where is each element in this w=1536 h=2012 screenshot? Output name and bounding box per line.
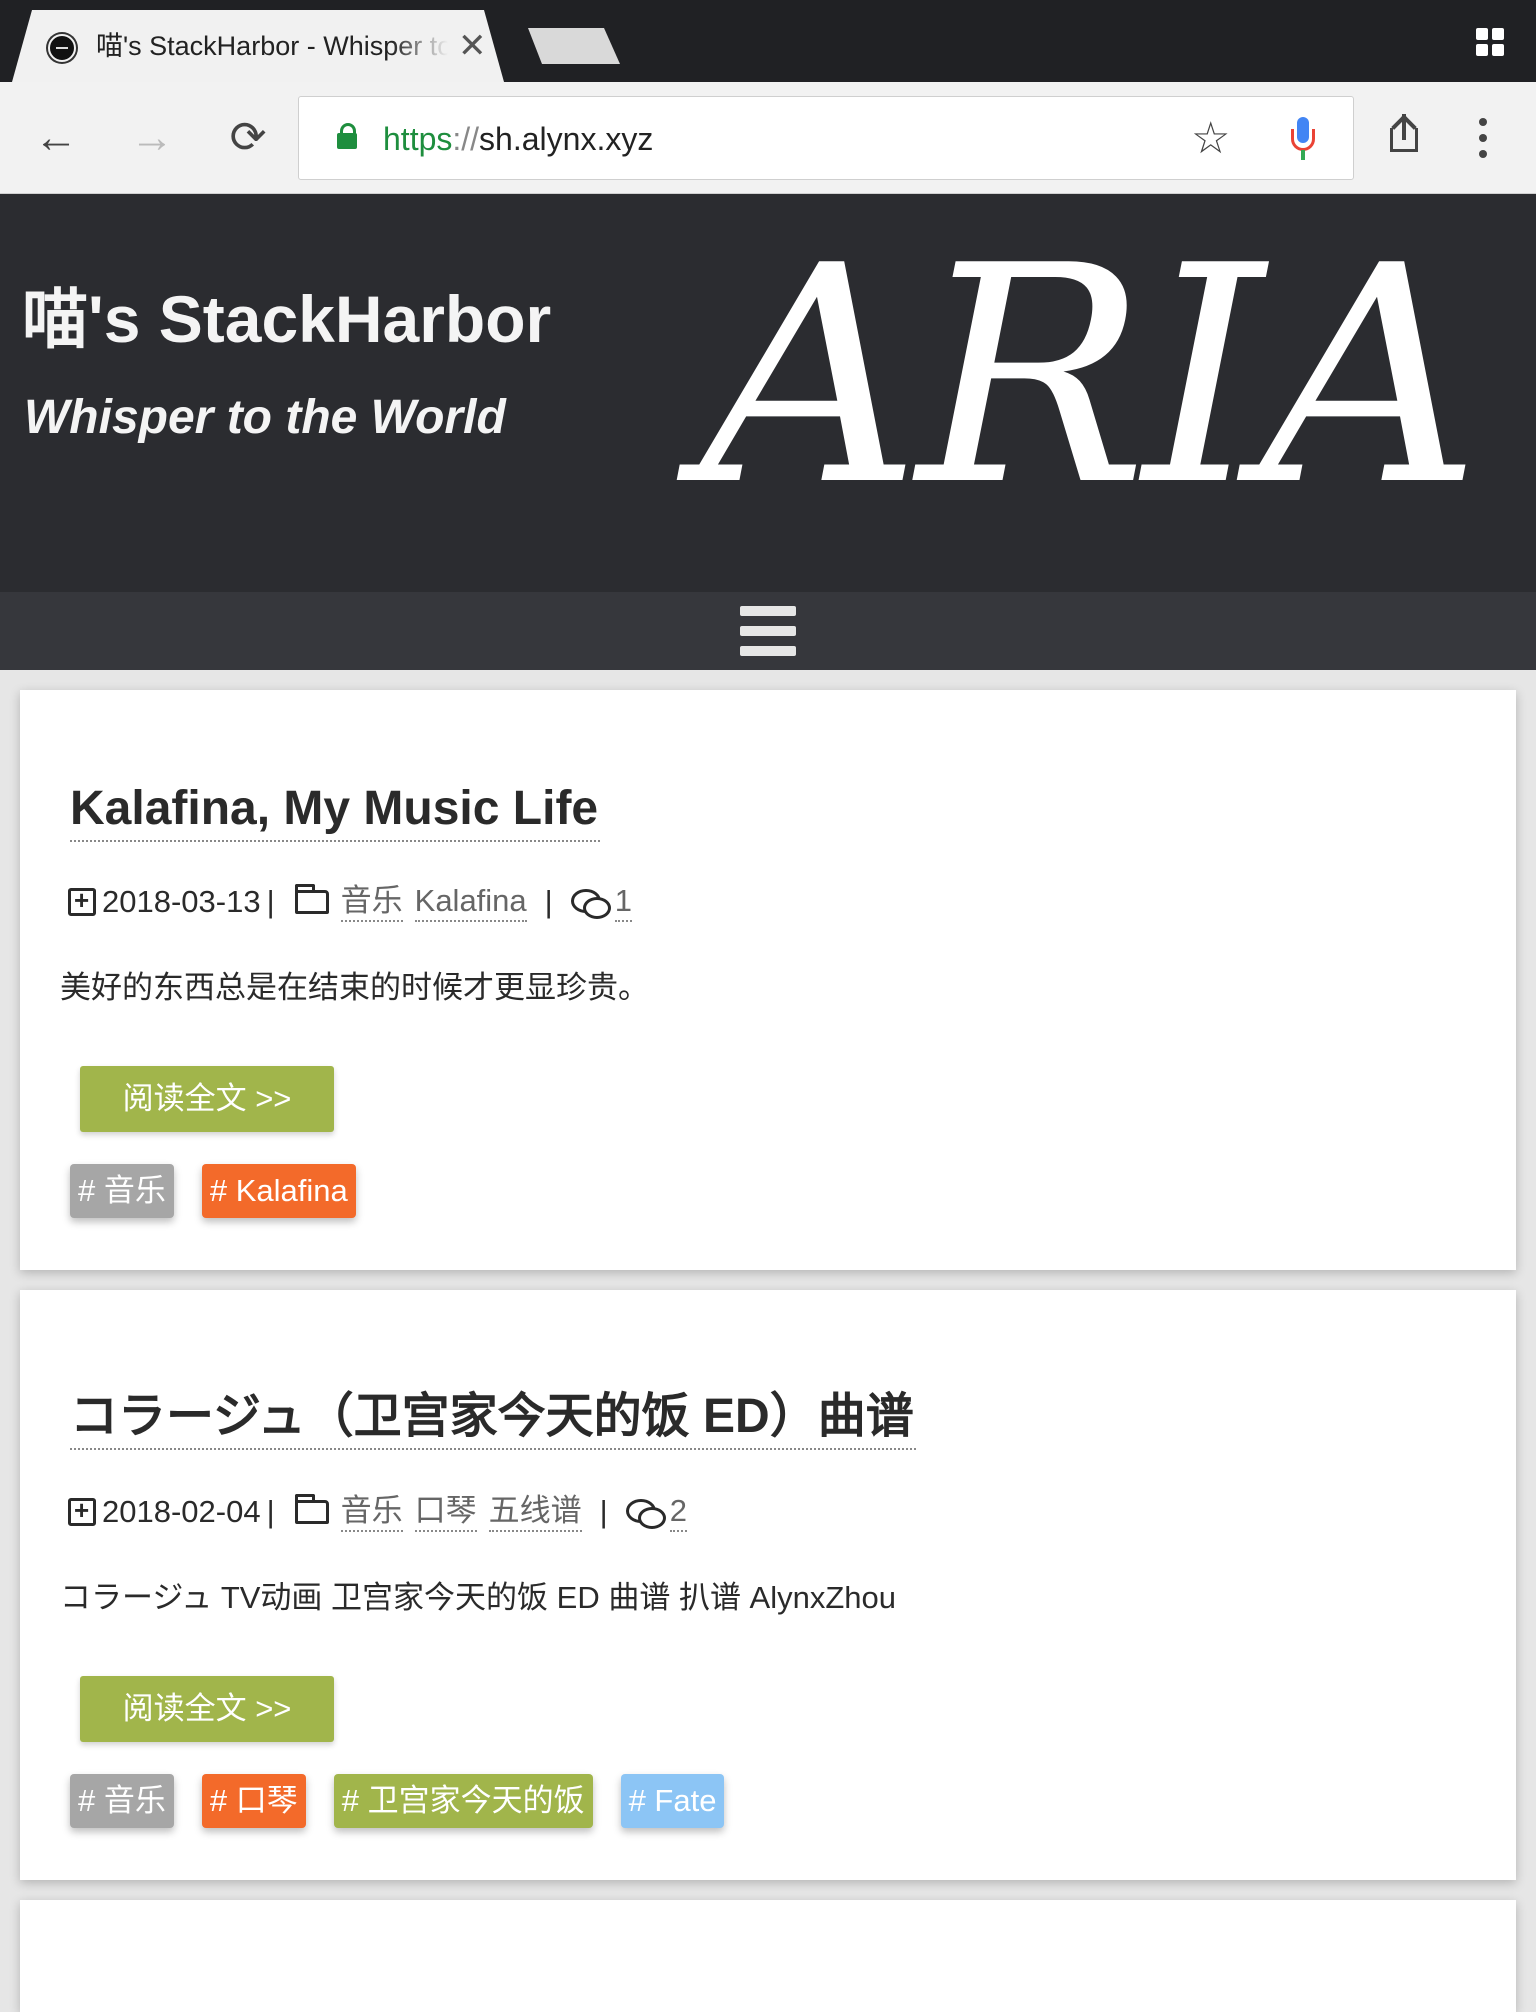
folder-icon [294,884,329,914]
microphone-icon[interactable] [1291,117,1315,161]
hamburger-menu-icon[interactable] [740,606,796,656]
post-card: コラージュ（卫宫家今天的饭 ED）曲谱 2018-02-04 | 音乐 口琴 五… [20,1290,1516,1880]
post-date: 2018-03-13 [102,884,261,919]
lock-icon [337,123,357,149]
more-menu-icon[interactable] [1478,118,1488,158]
post-excerpt: 美好的东西总是在结束的时候才更显珍贵。 [60,970,649,1005]
calendar-icon [68,1495,96,1526]
read-more-button[interactable]: 阅读全文 >> [80,1066,334,1132]
site-title[interactable]: 喵's StackHarbor [22,266,551,362]
meta-separator: | [599,1494,608,1529]
category-link[interactable]: Kalafina [414,882,527,922]
back-arrow-icon[interactable]: ← [26,108,86,168]
post-card-partial [20,1900,1516,2012]
tag-fate[interactable]: # Fate [620,1774,725,1828]
tag-list: # 音乐 # Kalafina [70,1164,356,1218]
site-header: 喵's StackHarbor Whisper to the World ARI… [0,194,1536,592]
post-meta: 2018-02-04 | 音乐 口琴 五线谱 | 2 [68,1490,687,1534]
browser-toolbar: ← → ⟳ https://sh.alynx.xyz ☆ [0,82,1536,194]
reload-icon[interactable]: ⟳ [218,108,278,168]
post-title-link[interactable]: コラージュ（卫宫家今天的饭 ED）曲谱 [70,1386,916,1450]
read-more-button[interactable]: 阅读全文 >> [80,1676,334,1742]
close-tab-icon[interactable]: ✕ [458,24,487,68]
nav-bar [0,592,1536,670]
new-tab-button[interactable] [528,28,620,64]
address-bar[interactable]: https://sh.alynx.xyz ☆ [298,96,1354,180]
tag-harmonica[interactable]: # 口琴 [201,1774,306,1828]
comment-count-link[interactable]: 1 [614,882,632,922]
site-logo: ARIA [700,202,1481,551]
post-meta: 2018-03-13 | 音乐 Kalafina | 1 [68,880,632,924]
meta-separator: | [266,1494,275,1529]
site-subtitle: Whisper to the World [24,391,506,444]
folder-icon [294,1494,329,1524]
post-date: 2018-02-04 [102,1494,261,1529]
meta-separator: | [544,884,553,919]
tab-switcher-icon[interactable] [1476,28,1504,56]
tag-music[interactable]: # 音乐 [70,1164,174,1218]
post-title-link[interactable]: Kalafina, My Music Life [70,778,601,842]
category-link[interactable]: 五线谱 [488,1492,582,1532]
tag-emiya-gohan[interactable]: # 卫宫家今天的饭 [333,1774,593,1828]
tag-music[interactable]: # 音乐 [70,1774,174,1828]
site-favicon-icon [48,34,76,62]
bookmark-star-icon[interactable]: ☆ [1191,113,1230,165]
meta-separator: | [266,884,275,919]
category-link[interactable]: 音乐 [340,882,403,922]
category-link[interactable]: 音乐 [340,1492,403,1532]
forward-arrow-icon[interactable]: → [122,108,182,168]
share-icon[interactable] [1386,112,1422,156]
calendar-icon [68,885,96,916]
comments-icon [625,1499,666,1529]
browser-tab-title[interactable]: 喵's StackHarbor - Whisper to the World [96,26,448,66]
tag-list: # 音乐 # 口琴 # 卫宫家今天的饭 # Fate [70,1774,725,1828]
post-card: Kalafina, My Music Life 2018-03-13 | 音乐 … [20,690,1516,1270]
url-text[interactable]: https://sh.alynx.xyz [383,117,653,161]
category-link[interactable]: 口琴 [414,1492,477,1532]
comment-count-link[interactable]: 2 [669,1492,687,1532]
comments-icon [570,889,611,919]
post-excerpt: コラージュ TV动画 卫宫家今天的饭 ED 曲谱 扒谱 AlynxZhou [60,1580,897,1615]
tag-kalafina[interactable]: # Kalafina [201,1164,356,1218]
browser-tabstrip: 喵's StackHarbor - Whisper to the World ✕ [0,0,1536,82]
